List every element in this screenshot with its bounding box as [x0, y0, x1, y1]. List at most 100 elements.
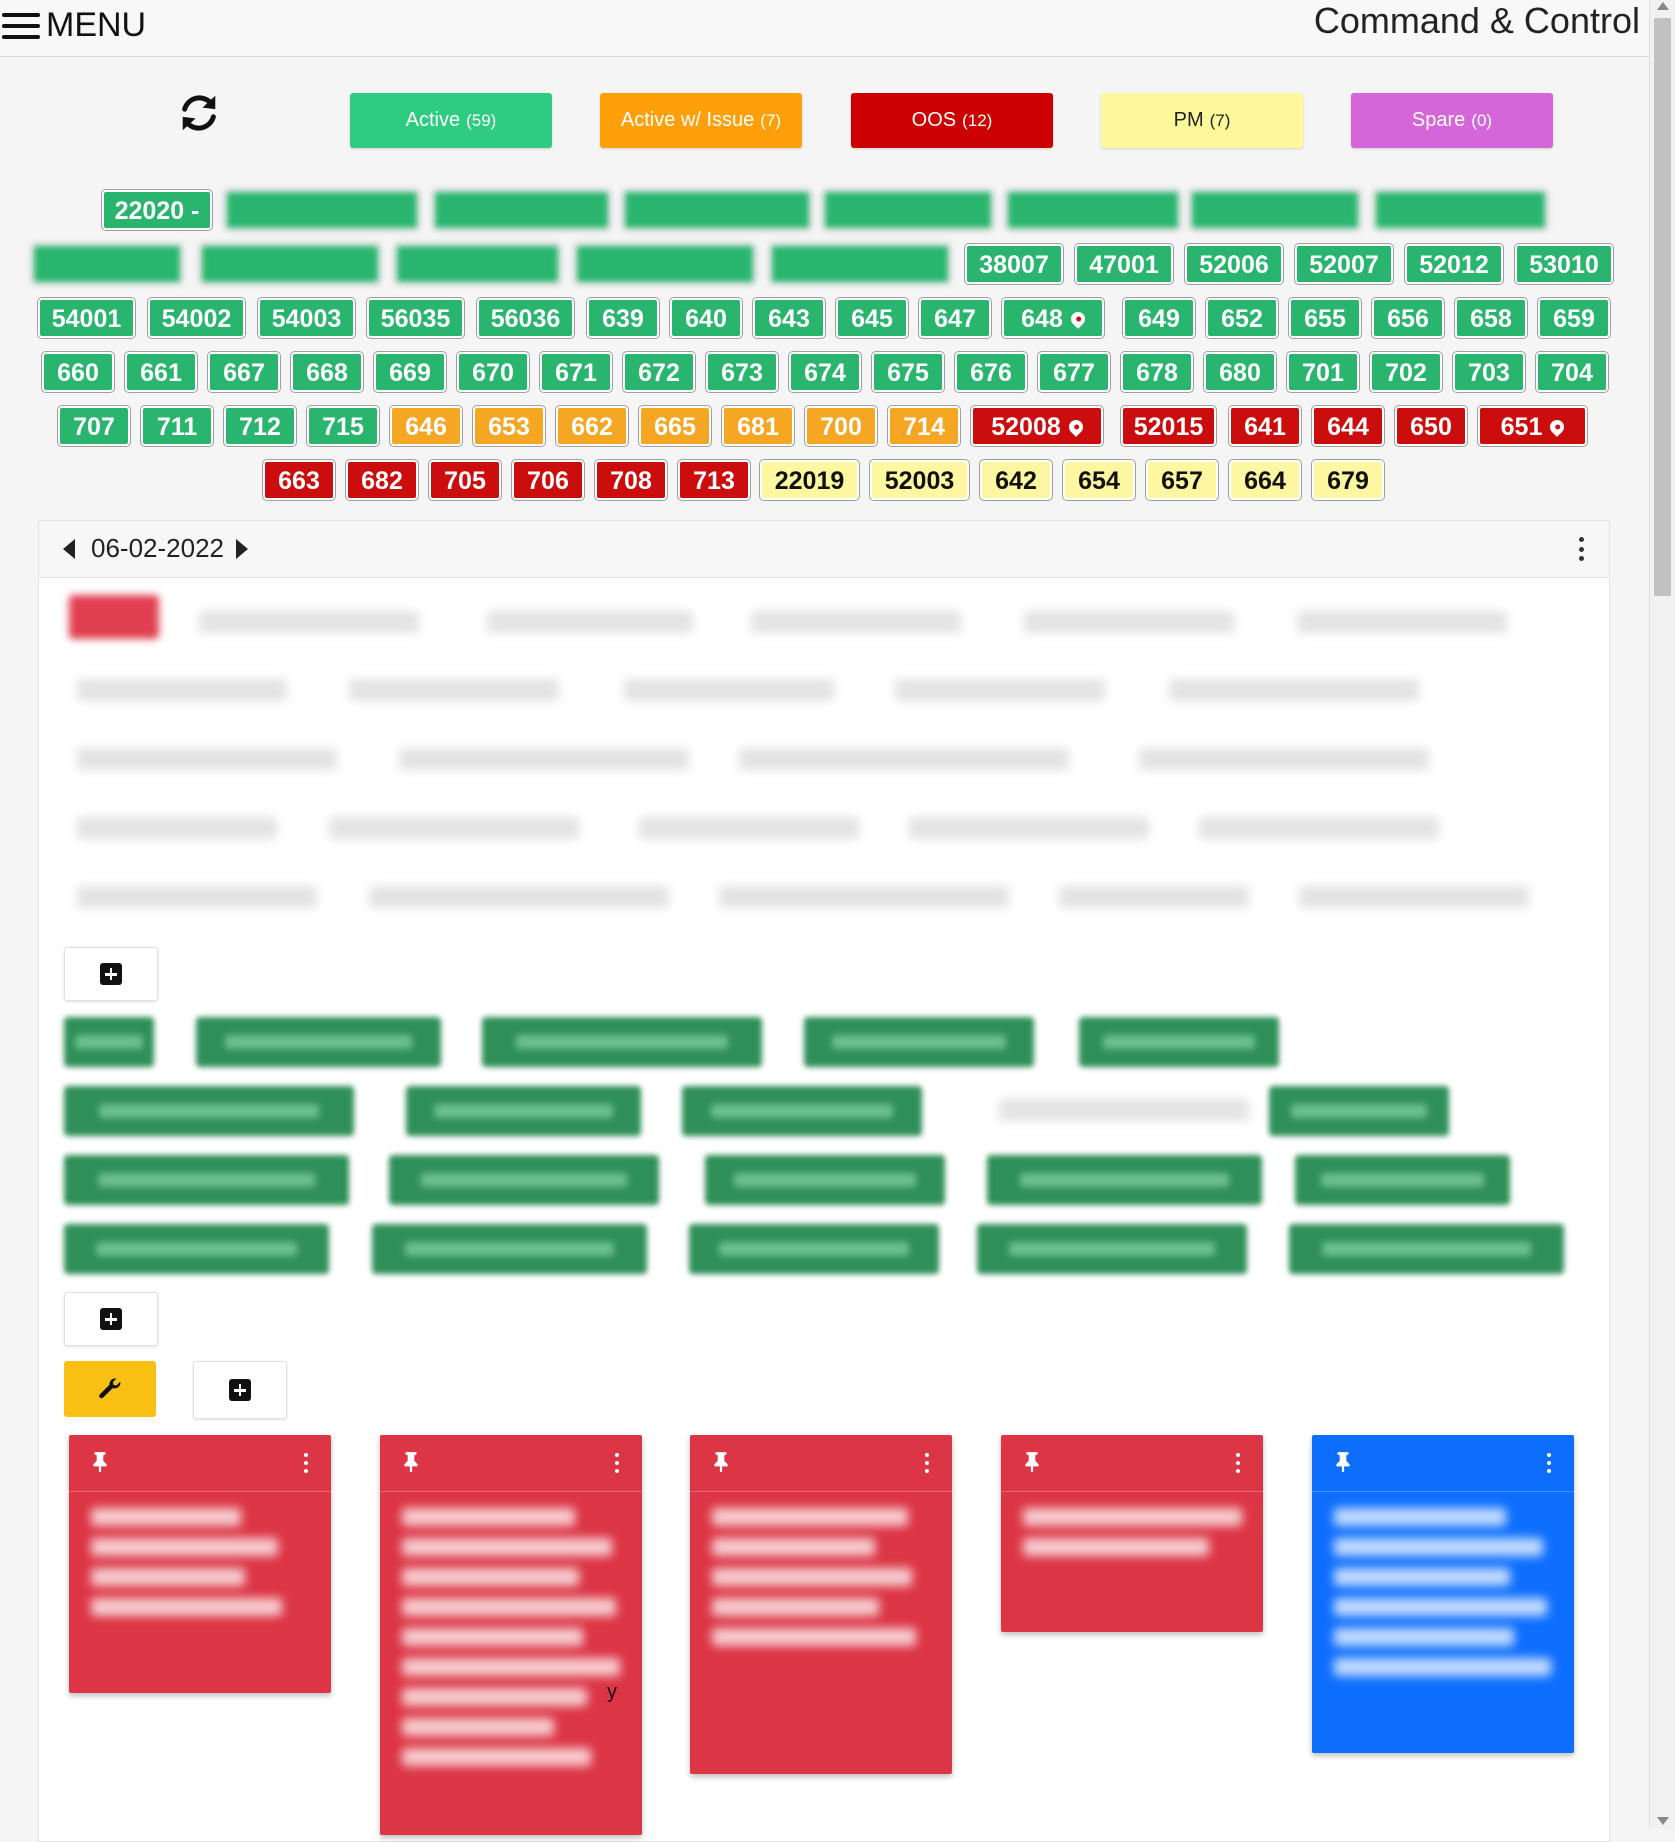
scroll-down-arrow-icon[interactable] [1657, 1817, 1669, 1825]
unit-chip[interactable]: 678 [1120, 351, 1194, 393]
unit-chip-redacted[interactable] [394, 243, 561, 285]
unit-chip[interactable]: 52008 [970, 405, 1104, 447]
unit-chip[interactable]: 656 [1371, 297, 1445, 339]
unit-chip[interactable]: 646 [389, 405, 463, 447]
unit-chip[interactable]: 644 [1311, 405, 1385, 447]
scroll-up-arrow-icon[interactable] [1657, 2, 1669, 10]
unit-chip[interactable]: 677 [1037, 351, 1111, 393]
unit-chip-redacted[interactable] [822, 189, 994, 231]
unit-chip[interactable]: 661 [124, 351, 198, 393]
redacted-crew-chip[interactable] [987, 1155, 1262, 1205]
pushpin-icon[interactable] [91, 1451, 109, 1473]
note-card[interactable] [1312, 1435, 1574, 1753]
unit-chip[interactable]: 702 [1369, 351, 1443, 393]
note-options-icon[interactable] [304, 1453, 309, 1473]
unit-chip[interactable]: 659 [1537, 297, 1611, 339]
maintenance-button[interactable] [64, 1361, 156, 1417]
note-card[interactable] [380, 1435, 642, 1835]
unit-chip-redacted[interactable] [622, 189, 812, 231]
scrollbar[interactable] [1649, 0, 1675, 1829]
unit-chip[interactable]: 665 [638, 405, 712, 447]
unit-chip[interactable]: 714 [887, 405, 961, 447]
unit-chip[interactable]: 668 [290, 351, 364, 393]
redacted-crew-chip[interactable] [705, 1155, 945, 1205]
redacted-crew-chip[interactable] [389, 1155, 659, 1205]
unit-chip[interactable]: 52003 [869, 459, 970, 501]
unit-chip[interactable]: 671 [539, 351, 613, 393]
note-options-icon[interactable] [1236, 1453, 1241, 1473]
pushpin-icon[interactable] [1334, 1451, 1352, 1473]
unit-chip[interactable]: 52006 [1184, 243, 1284, 285]
unit-chip[interactable]: 674 [788, 351, 862, 393]
unit-chip[interactable]: 704 [1535, 351, 1609, 393]
redacted-crew-chip[interactable] [196, 1017, 441, 1067]
unit-chip[interactable]: 673 [705, 351, 779, 393]
add-note-button[interactable] [193, 1361, 287, 1419]
unit-chip[interactable]: 712 [223, 405, 297, 447]
unit-chip[interactable]: 649 [1122, 297, 1196, 339]
unit-chip[interactable]: 706 [511, 459, 585, 501]
redacted-crew-chip[interactable] [406, 1086, 641, 1136]
unit-chip-redacted[interactable] [224, 189, 420, 231]
unit-chip[interactable]: 642 [979, 459, 1053, 501]
status-filter-active-w-issue[interactable]: Active w/ Issue (7) [600, 93, 802, 148]
unit-chip[interactable]: 670 [456, 351, 530, 393]
unit-chip-redacted[interactable] [31, 243, 183, 285]
unit-chip[interactable]: 53010 [1514, 243, 1614, 285]
unit-chip[interactable]: 713 [677, 459, 751, 501]
status-filter-spare[interactable]: Spare (0) [1351, 93, 1553, 148]
menu-button[interactable]: MENU [2, 6, 146, 45]
status-filter-pm[interactable]: PM (7) [1101, 93, 1303, 148]
unit-chip[interactable]: 657 [1145, 459, 1219, 501]
unit-chip[interactable]: 54002 [147, 297, 246, 339]
unit-chip[interactable]: 682 [345, 459, 419, 501]
status-filter-oos[interactable]: OOS (12) [851, 93, 1053, 148]
unit-chip[interactable]: 54003 [257, 297, 356, 339]
unit-chip[interactable]: 669 [373, 351, 447, 393]
unit-chip[interactable]: 648 [1001, 297, 1105, 339]
unit-chip[interactable]: 708 [594, 459, 668, 501]
next-date-icon[interactable] [236, 539, 248, 559]
unit-chip[interactable]: 52015 [1120, 405, 1217, 447]
unit-chip-redacted[interactable] [1189, 189, 1361, 231]
unit-chip[interactable]: 52012 [1404, 243, 1504, 285]
unit-chip[interactable]: 655 [1288, 297, 1362, 339]
unit-chip-redacted[interactable] [1373, 189, 1548, 231]
redacted-crew-chip[interactable] [482, 1017, 762, 1067]
unit-chip[interactable]: 56036 [476, 297, 575, 339]
scroll-thumb[interactable] [1654, 18, 1671, 596]
unit-chip[interactable]: 47001 [1074, 243, 1174, 285]
unit-chip-redacted[interactable] [574, 243, 756, 285]
unit-chip[interactable]: 663 [262, 459, 336, 501]
unit-chip[interactable]: 652 [1205, 297, 1279, 339]
unit-chip[interactable]: 640 [669, 297, 743, 339]
redacted-crew-chip[interactable] [372, 1224, 647, 1274]
unit-chip[interactable]: 22020 - [101, 189, 213, 231]
unit-chip-redacted[interactable] [199, 243, 381, 285]
previous-date-icon[interactable] [63, 539, 75, 559]
unit-chip[interactable]: 658 [1454, 297, 1528, 339]
unit-chip[interactable]: 667 [207, 351, 281, 393]
unit-chip-redacted[interactable] [1005, 189, 1181, 231]
unit-chip[interactable]: 703 [1452, 351, 1526, 393]
unit-chip[interactable]: 643 [752, 297, 826, 339]
refresh-icon[interactable] [176, 90, 222, 136]
unit-chip[interactable]: 641 [1228, 405, 1302, 447]
redacted-crew-chip[interactable] [689, 1224, 939, 1274]
unit-chip[interactable]: 701 [1286, 351, 1360, 393]
unit-chip[interactable]: 653 [472, 405, 546, 447]
unit-chip[interactable]: 660 [41, 351, 115, 393]
pushpin-icon[interactable] [1023, 1451, 1041, 1473]
redacted-crew-chip[interactable] [64, 1086, 354, 1136]
unit-chip[interactable]: 645 [835, 297, 909, 339]
add-roster-button[interactable] [64, 947, 158, 1001]
note-card[interactable] [69, 1435, 331, 1693]
unit-chip-redacted[interactable] [769, 243, 951, 285]
unit-chip[interactable]: 664 [1228, 459, 1302, 501]
unit-chip[interactable]: 680 [1203, 351, 1277, 393]
note-options-icon[interactable] [1547, 1453, 1552, 1473]
unit-chip[interactable]: 675 [871, 351, 945, 393]
unit-chip[interactable]: 705 [428, 459, 502, 501]
pushpin-icon[interactable] [402, 1451, 420, 1473]
add-crew-button[interactable] [64, 1292, 158, 1346]
